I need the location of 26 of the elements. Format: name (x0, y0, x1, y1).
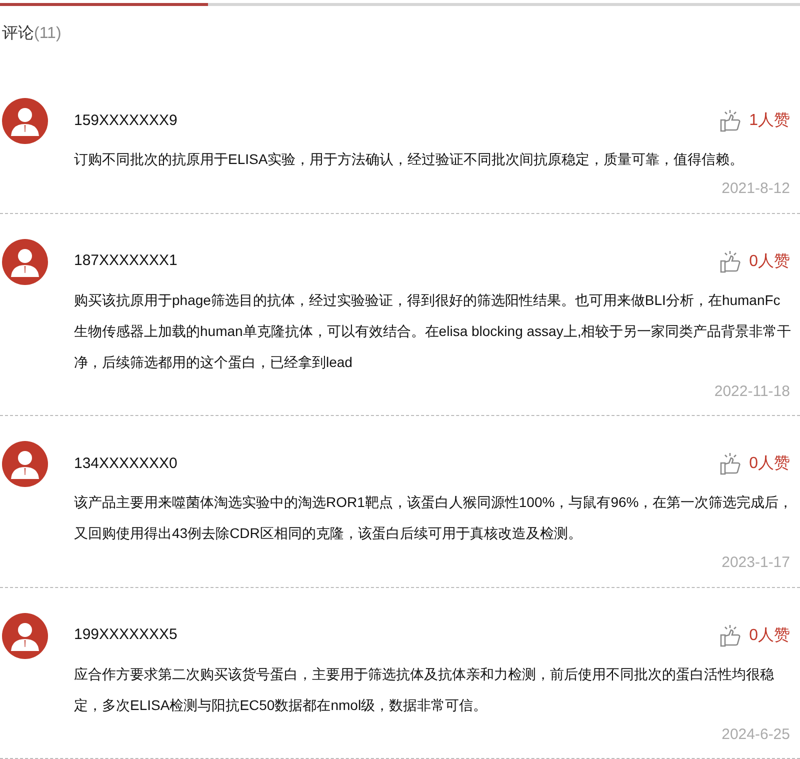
username: 134XXXXXXX0 (74, 454, 178, 474)
username: 187XXXXXXX1 (74, 251, 178, 272)
section-title: 评论 (2, 25, 34, 42)
avatar-icon (2, 98, 48, 144)
comment-date: 2024-6-25 (722, 724, 790, 744)
like-button[interactable]: 0人赞 (719, 452, 790, 476)
avatar-icon (2, 441, 48, 487)
avatar-icon (2, 612, 48, 658)
like-button[interactable]: 1人赞 (719, 109, 790, 133)
comment-text: 应合作方要求第二次购买该货号蛋白，主要用于筛选抗体及抗体亲和力检测，前后使用不同批次的蛋白活性均很稳定，多次ELISA检测与阳抗EC50数据都在nmol级，数据非常可信。 (74, 664, 775, 714)
comment-count: (11) (34, 25, 62, 42)
avatar-icon (2, 238, 48, 284)
username: 159XXXXXXX9 (74, 110, 178, 131)
comment-date: 2021-8-12 (722, 179, 790, 199)
comment-text: 该产品主要用来噬菌体淘选实验中的淘选ROR1靶点，该蛋白人猴同源性100%，与鼠有96%，在第一次筛选完成后，又回购使用得出43例去除CDR区相同的克隆，该蛋白后续可用于真核改造及检测。 (74, 493, 794, 543)
username: 199XXXXXXX5 (74, 625, 178, 646)
comment-text: 购买该抗原用于phage筛选目的抗体，经过实验验证，得到很好的筛选阳性结果。也可用来做BLI分析，在humanFc生物传感器上加载的human单克隆抗体，可以有效结合。在elisa blocking assay上,相较于另一家同类产品背景非常干净，后续筛选都用的这个蛋白，已经拿到lead (74, 290, 792, 372)
thumbs-up-icon (719, 624, 744, 648)
comment-text: 订购不同批次的抗原用于ELISA实验，用于方法确认，经过验证不同批次间抗原稳定，质量可靠，值得信赖。 (74, 150, 745, 169)
comment-date: 2023-1-17 (722, 553, 790, 573)
like-button[interactable]: 0人赞 (719, 250, 790, 274)
thumbs-up-icon (719, 452, 744, 476)
thumbs-up-icon (719, 109, 744, 133)
thumbs-up-icon (719, 250, 744, 274)
comment-date: 2022-11-18 (714, 382, 790, 402)
like-button[interactable]: 0人赞 (719, 624, 790, 648)
